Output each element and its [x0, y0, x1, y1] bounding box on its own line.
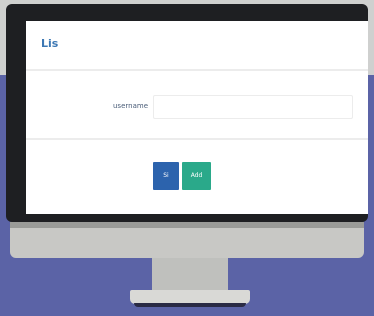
submit-button[interactable]: Si [153, 162, 179, 190]
header-divider [26, 69, 368, 71]
monitor-stand-neck [152, 258, 228, 292]
form-divider [26, 138, 368, 140]
page-title: Lis [41, 37, 59, 50]
add-button[interactable]: Add [182, 162, 211, 190]
username-label: username [113, 102, 148, 110]
monitor-bezel: Lis username Si Add [6, 4, 368, 222]
monitor-stand-base [130, 290, 250, 304]
username-input[interactable] [153, 95, 353, 119]
monitor-stand-shadow [134, 303, 246, 307]
monitor-chin-shade [10, 222, 364, 228]
screen: Lis username Si Add [26, 21, 368, 214]
